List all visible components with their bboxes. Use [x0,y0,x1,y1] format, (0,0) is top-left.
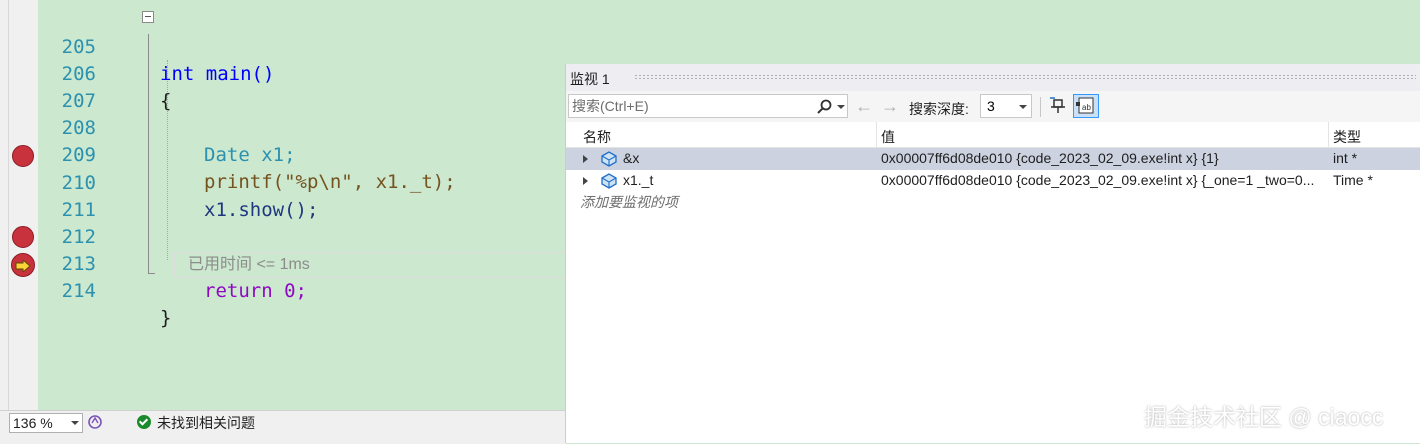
breakpoint-icon[interactable] [12,226,34,248]
watch-search-input[interactable]: 搜索(Ctrl+E) [568,94,848,118]
pin-icon[interactable] [1048,96,1068,116]
watch-row[interactable]: &x 0x00007ff6d08de010 {code_2023_02_09.e… [566,148,1420,170]
code-text: } [160,307,172,329]
watch-window: 监视 1 搜索(Ctrl+E) ← → 搜索深度: 3 ab 名称 值 类型 &… [565,64,1420,443]
expand-arrow-icon[interactable] [583,177,588,185]
current-statement-breakpoint-icon[interactable] [11,253,35,277]
perf-tip-elapsed[interactable]: 已用时间 <= 1ms [188,251,310,278]
add-watch-item[interactable]: 添加要监视的项 [580,192,678,212]
editor-gutter[interactable] [0,0,39,410]
watch-grid-header: 名称 值 类型 [566,122,1420,148]
search-icon[interactable] [816,98,834,116]
zoom-value: 136 % [13,415,53,431]
watch-toolbar: 搜索(Ctrl+E) ← → 搜索深度: 3 ab [566,91,1420,122]
expand-arrow-icon[interactable] [583,155,588,163]
instruction-pointer-arrow-icon [15,260,31,272]
column-header-type[interactable]: 类型 [1333,127,1361,147]
zoom-select[interactable]: 136 % [9,413,83,433]
search-depth-value: 3 [987,98,995,114]
hex-display-icon: ab [1076,97,1094,114]
chevron-down-icon [71,421,79,425]
issues-status-text[interactable]: 未找到相关问题 [157,414,255,432]
watch-row-type: int * [1333,150,1358,166]
object-variable-icon [601,173,617,189]
site-watermark: 掘金技术社区 @ ciaocc [1144,404,1384,430]
watch-title-bar[interactable]: 监视 1 [566,64,1420,91]
code-line-205[interactable]: 205 int main() [38,7,1420,85]
search-placeholder: 搜索(Ctrl+E) [572,98,649,114]
toolbar-separator [1040,97,1041,117]
title-grip [634,74,1416,80]
code-line-206[interactable]: 206 { [38,34,1420,112]
search-forward-button[interactable]: → [881,96,899,116]
watch-row-value[interactable]: 0x00007ff6d08de010 {code_2023_02_09.exe!… [881,172,1325,188]
editor-status-bar: 136 % 未找到相关问题 [0,410,566,444]
code-text: return 0; [204,280,307,302]
line-number: 214 [61,280,96,302]
no-issues-check-icon [137,415,151,429]
search-depth-select[interactable]: 3 [980,94,1032,118]
watch-row-name: x1._t [623,172,654,188]
column-separator[interactable] [1328,122,1329,148]
watch-title: 监视 1 [570,71,610,87]
svg-text:ab: ab [1082,103,1091,112]
breakpoint-icon[interactable] [12,145,34,167]
watch-row-type: Time * [1333,172,1373,188]
column-separator[interactable] [876,122,877,148]
column-header-value[interactable]: 值 [881,127,895,147]
chevron-down-icon[interactable] [837,105,845,109]
search-depth-label: 搜索深度: [909,101,969,117]
watch-row-value[interactable]: 0x00007ff6d08de010 {code_2023_02_09.exe!… [881,150,1325,166]
column-header-name[interactable]: 名称 [583,127,611,147]
hex-display-toggle-button[interactable]: ab [1073,94,1099,118]
gutter-edge [8,0,9,410]
code-cleanup-icon[interactable] [87,414,103,430]
chevron-down-icon [1019,105,1027,109]
object-variable-icon [601,151,617,167]
watch-row[interactable]: x1._t 0x00007ff6d08de010 {code_2023_02_0… [566,170,1420,192]
search-back-button[interactable]: ← [855,96,873,116]
watch-row-name: &x [623,150,640,166]
